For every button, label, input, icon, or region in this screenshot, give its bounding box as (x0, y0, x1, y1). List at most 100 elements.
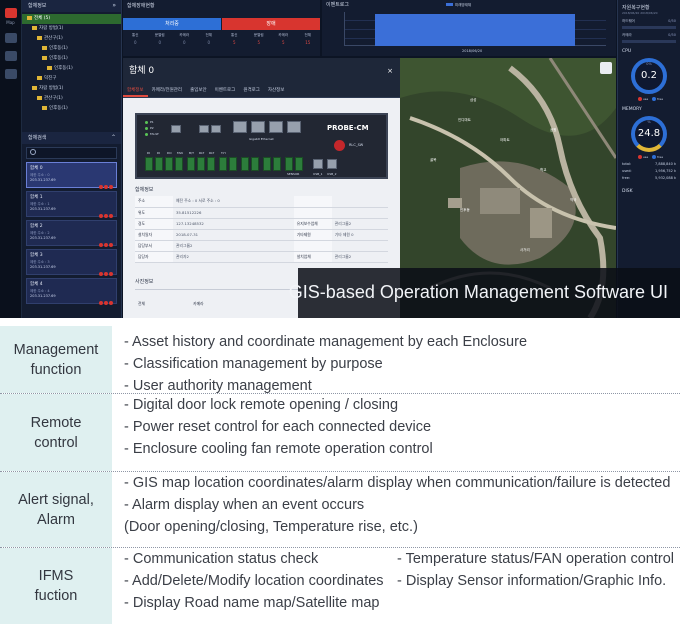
modal-tab[interactable]: 자산정보 (264, 84, 289, 97)
enclosure-card[interactable]: 함체 0 제한 주소 : 0 203.31.237.69 (26, 162, 117, 189)
enclosure-card[interactable]: 함체 3 제한 주소 : 3 203.31.237.69 (26, 249, 117, 276)
status-col-label: 통신 (132, 33, 139, 37)
info-value: 관리그룹2 (331, 251, 388, 263)
cpu-legend-use: use (642, 97, 649, 101)
list-nav-icon[interactable] (4, 33, 17, 43)
terminal-jack (219, 157, 227, 171)
tree-node[interactable]: 자람 방범(1) (22, 24, 121, 34)
folder-icon (42, 55, 47, 60)
info-key: 주소 (135, 196, 173, 208)
info-key: 기타제원 (293, 229, 332, 241)
modal-tab[interactable]: 원격로그 (239, 84, 264, 97)
info-value (331, 207, 388, 219)
alarm-dot-icon (109, 272, 113, 276)
feature-row: Alert signal, Alarm - GIS map location co… (0, 472, 680, 548)
enclosure-list: 함체 0 제한 주소 : 0 203.31.237.69 함체 1 제한 주소 : 12… (22, 162, 121, 305)
memory-stat: used: 1,956,752 k (622, 169, 676, 176)
disk-title: DISK (622, 189, 633, 194)
resource-subtitle: 2018/06/20 2018/06/20 (622, 11, 658, 15)
info-key: 설치업체 (293, 251, 332, 263)
tree-node[interactable]: 관산구(1) (22, 34, 121, 44)
tree-node[interactable]: 전체 (5) (22, 14, 121, 24)
tree-node[interactable]: 인후동(1) (22, 104, 121, 114)
info-key: 유지보수업체 (293, 218, 332, 230)
settings-nav-icon[interactable] (4, 51, 17, 61)
feature-items: - Asset history and coordinate managemen… (124, 331, 527, 397)
tree-node[interactable]: 인후동(1) (22, 44, 121, 54)
memory-gauge: % 24.8 (631, 116, 667, 152)
tree-node[interactable]: 덕진구 (22, 74, 121, 84)
tree-node[interactable]: 인후동(1) (22, 54, 121, 64)
terminal-jack (251, 157, 259, 171)
alarm-dot-icon (99, 185, 103, 189)
status-col-value: 5 (257, 40, 261, 45)
enclosure-card[interactable]: 함체 2 제한 주소 : 2 203.31.237.69 (26, 220, 117, 247)
tree-node[interactable]: 자람 방범(1) (22, 84, 121, 94)
terminal-label: DI (157, 151, 161, 155)
map-nav-icon[interactable] (4, 8, 17, 18)
terminal-label: FAN (177, 151, 183, 155)
resource-value: 0/50 (668, 19, 676, 23)
cpu-gauge: 0% 0.2 (631, 58, 667, 94)
enclosure-search-input[interactable] (26, 147, 117, 159)
memory-stat-key: used: (622, 169, 632, 173)
terminal-label: RLT (209, 151, 215, 155)
software-screenshot: Map 함체정보 » 전체 (5) 자람 방범(1) 관산구(1) 인후동(1) 인후동… (0, 0, 680, 318)
alarm-dot-icon (109, 301, 113, 305)
feature-items-right: - Temperature status/FAN operation contr… (397, 548, 674, 592)
user-nav-icon[interactable] (4, 69, 17, 79)
feature-item: - Add/Delete/Modify location coordinates (124, 573, 384, 589)
close-icon[interactable]: × (387, 58, 393, 84)
tree-node[interactable]: 인후동(1) (22, 64, 121, 74)
led-label: P1 (150, 120, 154, 124)
cpu-legend: use free (618, 97, 680, 101)
enclosure-card[interactable]: 함체 4 제한 주소 : 4 203.31.237.69 (26, 278, 117, 305)
reset-button[interactable] (334, 140, 345, 151)
info-value: 2018-07-31 (173, 229, 294, 241)
port-label: Gigabit Ethernet (249, 137, 274, 141)
tree-node[interactable]: 관산구(1) (22, 94, 121, 104)
feature-item: - Classification management by purpose (124, 356, 383, 372)
alarm-dot-icon (104, 214, 108, 218)
terminal-label: USB_2 (327, 172, 337, 176)
terminal-jack (241, 157, 249, 171)
modal-tab[interactable]: 함체정보 (123, 84, 148, 97)
resource-row: 하드웨어 0/50 (622, 19, 676, 29)
photo-tab-camera[interactable]: 카메라 (190, 301, 203, 306)
status-processing-bar: 처리중 (123, 18, 221, 30)
ethernet-port (251, 121, 265, 133)
enclosure-card[interactable]: 함체 1 제한 주소 : 1 203.31.237.69 (26, 191, 117, 218)
feature-item: - Communication status check (124, 551, 319, 567)
alarm-dot-icon (99, 243, 103, 247)
photo-tab-all[interactable]: 전체 (135, 301, 145, 306)
enclosure-card-name: 함체 2 (30, 224, 43, 229)
fault-status-title: 함체장애현황 (127, 3, 155, 9)
caption-text: GIS-based Operation Management Software … (288, 282, 668, 302)
collapse-icon[interactable]: » (112, 0, 116, 12)
info-value: 기타 제원 0 (331, 229, 388, 241)
tree-node-label: 인후동(1) (54, 66, 73, 71)
event-log-chart (344, 12, 606, 46)
modal-tab[interactable]: 이벤트로그 (211, 84, 240, 97)
cpu-legend-free: free (657, 97, 664, 101)
collapse-up-icon[interactable]: ⌃ (111, 132, 116, 144)
status-col-label: 카메라 (278, 33, 289, 37)
memory-stat-value: 7,888,840 k (655, 162, 676, 166)
modal-tab[interactable]: 출입보안 (186, 84, 211, 97)
info-key: 담당부서 (135, 240, 173, 252)
tree-node-label: 인후동(1) (49, 46, 68, 51)
map-place-label: 인후동 (460, 208, 470, 212)
info-value: 관리그룹2 (173, 240, 294, 252)
folder-icon (37, 75, 42, 80)
terminal-jack (273, 157, 281, 171)
info-key: 위도 (135, 207, 173, 219)
info-key (293, 207, 332, 219)
alarm-dot-icon (99, 214, 103, 218)
led-label: FAULT (150, 132, 159, 136)
map-layer-toggle-icon[interactable] (600, 62, 612, 74)
map-place-label: 공원 (550, 128, 557, 132)
tree-panel-title: 함체정보 (28, 3, 47, 9)
modal-tab[interactable]: 카메라/전원관리 (148, 84, 187, 97)
status-col-value: 0 (133, 40, 137, 45)
info-row: 위도 35.81512226 (135, 207, 388, 219)
